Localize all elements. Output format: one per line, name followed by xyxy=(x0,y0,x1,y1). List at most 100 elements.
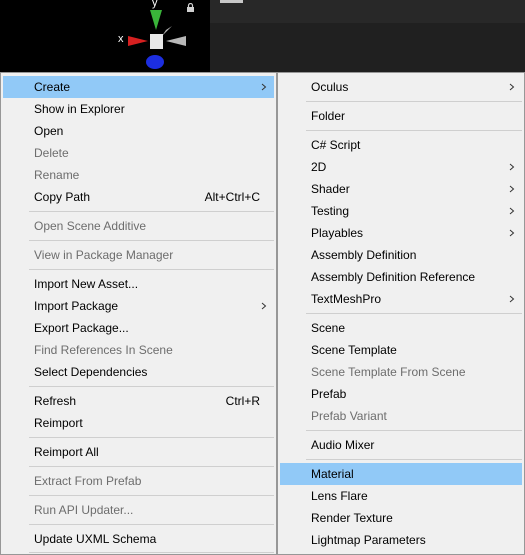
neg-z-axis-cone xyxy=(162,26,172,36)
submenu-arrow-icon xyxy=(509,207,515,215)
menu-item-label: Export Package... xyxy=(34,321,129,335)
submenu-arrow-icon xyxy=(509,185,515,193)
lock-icon[interactable] xyxy=(186,3,195,12)
menu-item-label: Playables xyxy=(311,226,364,240)
submenu-item-testing[interactable]: Testing xyxy=(280,200,522,222)
menu-separator xyxy=(29,552,274,553)
menu-separator xyxy=(29,466,274,467)
menu-item-label: Import New Asset... xyxy=(34,277,139,291)
menu-item-select-dependencies[interactable]: Select Dependencies xyxy=(3,361,274,383)
menu-item-copy-path[interactable]: Copy Path Alt+Ctrl+C xyxy=(3,186,274,208)
menu-item-label: 2D xyxy=(311,160,327,174)
submenu-arrow-icon xyxy=(509,163,515,171)
gizmo-x-label: x xyxy=(118,33,124,45)
submenu-item-material[interactable]: Material xyxy=(280,463,522,485)
submenu-arrow-icon xyxy=(509,83,515,91)
menu-item-label: Testing xyxy=(311,204,350,218)
menu-item-label: Refresh xyxy=(34,394,77,408)
menu-item-label: Show in Explorer xyxy=(34,102,125,116)
scene-view[interactable]: y x xyxy=(0,0,210,72)
menu-separator xyxy=(306,430,522,431)
scene-toolbar-strip xyxy=(210,0,525,23)
submenu-arrow-icon xyxy=(509,229,515,237)
y-axis-cone xyxy=(150,10,162,30)
menu-item-label: Reimport All xyxy=(34,445,99,459)
menu-item-export-package[interactable]: Export Package... xyxy=(3,317,274,339)
menu-item-label: Prefab Variant xyxy=(311,409,387,423)
menu-item-open[interactable]: Open xyxy=(3,120,274,142)
menu-item-import-new-asset[interactable]: Import New Asset... xyxy=(3,273,274,295)
menu-separator xyxy=(306,459,522,460)
submenu-item-shader[interactable]: Shader xyxy=(280,178,522,200)
submenu-item-2d[interactable]: 2D xyxy=(280,156,522,178)
submenu-item-prefab[interactable]: Prefab xyxy=(280,383,522,405)
menu-item-label: Rename xyxy=(34,168,80,182)
menu-item-label: C# Script xyxy=(311,138,361,152)
menu-separator xyxy=(29,211,274,212)
menu-item-reimport-all[interactable]: Reimport All xyxy=(3,441,274,463)
submenu-item-audio-mixer[interactable]: Audio Mixer xyxy=(280,434,522,456)
menu-item-label: Scene xyxy=(311,321,346,335)
menu-item-label: Copy Path xyxy=(34,190,91,204)
menu-item-label: Import Package xyxy=(34,299,119,313)
menu-item-refresh[interactable]: Refresh Ctrl+R xyxy=(3,390,274,412)
menu-item-shortcut: Alt+Ctrl+C xyxy=(204,190,260,204)
menu-item-run-api-updater: Run API Updater... xyxy=(3,499,274,521)
menu-item-create[interactable]: Create xyxy=(3,76,274,98)
submenu-item-playables[interactable]: Playables xyxy=(280,222,522,244)
submenu-item-prefab-variant: Prefab Variant xyxy=(280,405,522,427)
menu-item-open-scene-additive: Open Scene Additive xyxy=(3,215,274,237)
submenu-item-assembly-definition[interactable]: Assembly Definition xyxy=(280,244,522,266)
scene-tab-handle[interactable] xyxy=(220,0,243,3)
menu-item-shortcut: Ctrl+R xyxy=(225,394,260,408)
submenu-item-scene[interactable]: Scene xyxy=(280,317,522,339)
menu-item-label: Extract From Prefab xyxy=(34,474,142,488)
menu-item-find-references: Find References In Scene xyxy=(3,339,274,361)
submenu-item-oculus[interactable]: Oculus xyxy=(280,76,522,98)
menu-item-label: View in Package Manager xyxy=(34,248,174,262)
menu-item-label: Audio Mixer xyxy=(311,438,375,452)
orientation-gizmo[interactable] xyxy=(0,0,210,72)
submenu-item-lens-flare[interactable]: Lens Flare xyxy=(280,485,522,507)
menu-item-rename: Rename xyxy=(3,164,274,186)
menu-item-label: Run API Updater... xyxy=(34,503,134,517)
menu-item-label: Render Texture xyxy=(311,511,393,525)
menu-item-label: Assembly Definition xyxy=(311,248,417,262)
menu-item-label: Reimport xyxy=(34,416,83,430)
menu-item-label: Open xyxy=(34,124,64,138)
menu-separator xyxy=(306,313,522,314)
scene-toolbar-area xyxy=(210,0,525,72)
menu-item-label: Oculus xyxy=(311,80,349,94)
menu-item-label: Open Scene Additive xyxy=(34,219,147,233)
menu-item-show-in-explorer[interactable]: Show in Explorer xyxy=(3,98,274,120)
submenu-item-folder[interactable]: Folder xyxy=(280,105,522,127)
menu-separator xyxy=(29,269,274,270)
menu-item-label: Find References In Scene xyxy=(34,343,173,357)
menu-item-view-in-package-manager: View in Package Manager xyxy=(3,244,274,266)
neg-x-axis-cone xyxy=(166,36,186,46)
menu-item-label: Prefab xyxy=(311,387,347,401)
submenu-arrow-icon xyxy=(261,83,267,91)
submenu-item-scene-template[interactable]: Scene Template xyxy=(280,339,522,361)
submenu-item-scene-template-from-scene: Scene Template From Scene xyxy=(280,361,522,383)
submenu-item-csharp-script[interactable]: C# Script xyxy=(280,134,522,156)
menu-item-label: Delete xyxy=(34,146,69,160)
menu-item-label: Create xyxy=(34,80,71,94)
submenu-item-render-texture[interactable]: Render Texture xyxy=(280,507,522,529)
menu-item-label: Scene Template xyxy=(311,343,397,357)
submenu-arrow-icon xyxy=(509,295,515,303)
menu-item-import-package[interactable]: Import Package xyxy=(3,295,274,317)
menu-item-update-uxml-schema[interactable]: Update UXML Schema xyxy=(3,528,274,550)
menu-separator xyxy=(306,101,522,102)
submenu-item-assembly-definition-reference[interactable]: Assembly Definition Reference xyxy=(280,266,522,288)
menu-item-label: Lens Flare xyxy=(311,489,368,503)
z-axis-cone xyxy=(146,55,164,69)
menu-item-reimport[interactable]: Reimport xyxy=(3,412,274,434)
menu-item-label: Scene Template From Scene xyxy=(311,365,466,379)
submenu-item-lightmap-parameters[interactable]: Lightmap Parameters xyxy=(280,529,522,551)
menu-item-label: Lightmap Parameters xyxy=(311,533,426,547)
menu-separator xyxy=(29,437,274,438)
menu-separator xyxy=(29,386,274,387)
submenu-item-textmeshpro[interactable]: TextMeshPro xyxy=(280,288,522,310)
menu-item-label: Shader xyxy=(311,182,350,196)
